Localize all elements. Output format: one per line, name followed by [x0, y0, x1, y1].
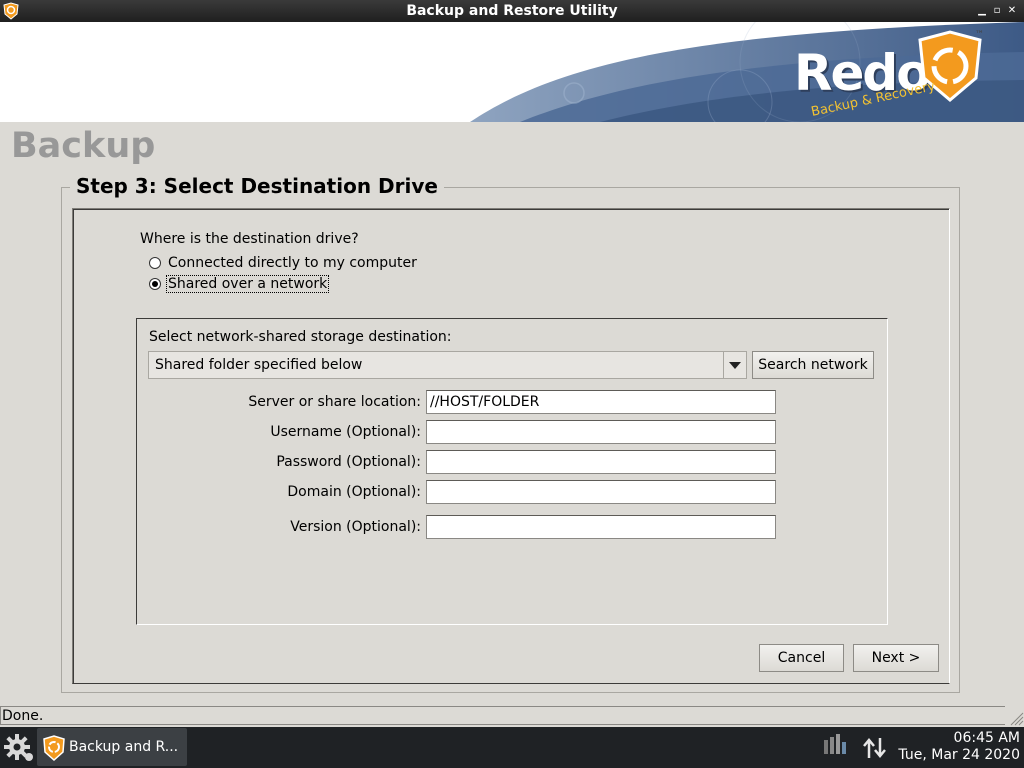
network-prompt: Select network-shared storage destinatio… — [149, 329, 452, 345]
gear-icon[interactable] — [3, 731, 35, 763]
server-location-label: Server or share location: — [248, 394, 421, 410]
header-banner: Redo ™ Backup & Recovery — [0, 22, 1024, 122]
chevron-down-icon — [729, 362, 741, 369]
redo-taskbar-icon — [43, 735, 65, 761]
taskbar-app-label: Backup and R... — [69, 739, 179, 755]
password-input[interactable] — [426, 450, 776, 474]
cancel-button[interactable]: Cancel — [759, 644, 844, 672]
status-bar — [0, 706, 1005, 725]
trademark-mark: ™ — [975, 30, 984, 40]
radio-direct[interactable] — [149, 257, 161, 269]
minimize-icon[interactable]: ▁ — [974, 2, 990, 20]
status-text: Done. — [2, 708, 44, 724]
next-button[interactable]: Next > — [853, 644, 939, 672]
dropdown-toggle[interactable] — [723, 352, 746, 378]
radio-network-label[interactable]: Shared over a network — [165, 275, 330, 293]
page-title: Backup — [11, 126, 156, 166]
username-input[interactable] — [426, 420, 776, 444]
domain-label: Domain (Optional): — [287, 484, 421, 500]
username-label: Username (Optional): — [270, 424, 421, 440]
network-destination-select[interactable]: Shared folder specified below — [148, 351, 747, 379]
window-title: Backup and Restore Utility — [406, 3, 618, 19]
network-transfer-icon[interactable] — [862, 736, 888, 760]
server-location-input[interactable]: //HOST/FOLDER — [426, 390, 776, 414]
radio-network[interactable] — [149, 278, 161, 290]
close-icon[interactable]: ✕ — [1004, 2, 1020, 20]
clock-date: Tue, Mar 24 2020 — [898, 747, 1020, 763]
clock-time: 06:45 AM — [953, 730, 1020, 746]
search-network-button[interactable]: Search network — [752, 351, 874, 379]
redo-app-icon — [3, 2, 19, 20]
password-label: Password (Optional): — [276, 454, 421, 470]
network-destination-value: Shared folder specified below — [155, 357, 363, 373]
window-title-bar: Backup and Restore Utility — [0, 0, 1024, 22]
volume-icon[interactable] — [822, 732, 852, 758]
version-label: Version (Optional): — [290, 519, 421, 535]
resize-grip-icon[interactable] — [1006, 708, 1024, 726]
radio-direct-label[interactable]: Connected directly to my computer — [168, 255, 417, 271]
maximize-icon[interactable]: ▫ — [989, 2, 1005, 20]
domain-input[interactable] — [426, 480, 776, 504]
step-title: Step 3: Select Destination Drive — [70, 174, 444, 198]
version-input[interactable] — [426, 515, 776, 539]
destination-question: Where is the destination drive? — [140, 231, 359, 247]
